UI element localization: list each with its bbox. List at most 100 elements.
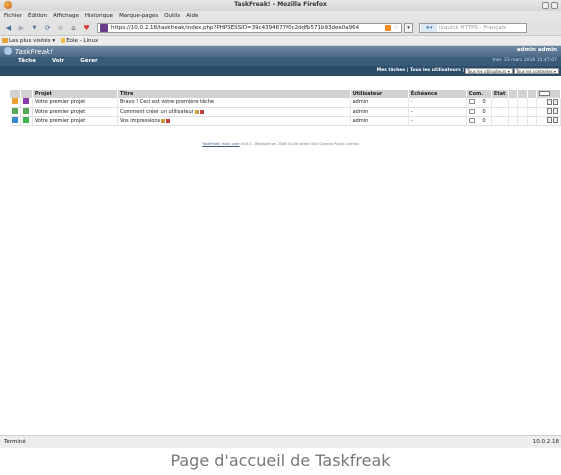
- bookmark-les-plus-visites[interactable]: Les plus visités ▾: [2, 37, 55, 44]
- user-cell: admin: [350, 107, 409, 117]
- user-filter-select[interactable]: Tous les utilisateurs ▾: [465, 68, 513, 74]
- current-user: admin admin: [516, 47, 557, 53]
- context-icon: [23, 98, 30, 105]
- menu-edition[interactable]: Édition: [28, 13, 47, 19]
- project-cell: Votre premier projet: [32, 107, 118, 117]
- table-row[interactable]: Votre premier projet Vos impressions admin…: [10, 116, 561, 126]
- comment-icon[interactable]: [468, 99, 475, 105]
- context-icon: [23, 107, 30, 114]
- comments-cell: 0: [466, 107, 492, 117]
- history-dropdown-icon[interactable]: ▼: [30, 24, 39, 33]
- app-footer: TaskFreak! multi user v0.6.2 - Released …: [0, 142, 561, 146]
- menu-gerer[interactable]: Gérer: [80, 58, 97, 64]
- menu-historique[interactable]: Historique: [85, 13, 113, 19]
- edit-icon[interactable]: [547, 117, 552, 123]
- bookmark-eole-linux[interactable]: Eole - Linux: [61, 37, 98, 44]
- minimize-button[interactable]: [542, 2, 549, 9]
- row-actions-cell: [536, 98, 561, 108]
- new-task-button-cell: [536, 90, 561, 98]
- column-header-titre[interactable]: Titre: [117, 90, 351, 98]
- title-cell[interactable]: Comment créer un utilisateur: [117, 107, 351, 117]
- lock-icon: [166, 118, 171, 123]
- url-bar[interactable]: https://10.0.2.18/taskfreak/index.php?PH…: [97, 23, 402, 33]
- comments-cell: 0: [466, 98, 492, 108]
- priority-icon[interactable]: [12, 116, 18, 123]
- home-icon[interactable]: ⌂: [69, 24, 78, 33]
- comment-icon[interactable]: [468, 117, 475, 123]
- app-header: TaskFreak! admin admin: [0, 46, 561, 57]
- note-icon: [194, 109, 199, 114]
- menu-affichage[interactable]: Affichage: [53, 13, 79, 19]
- menu-fichier[interactable]: Fichier: [4, 13, 22, 19]
- bookmark-star-icon[interactable]: ☆: [393, 25, 399, 31]
- current-date: mer. 23 mars 2016 15:47:07: [492, 58, 557, 63]
- heart-icon[interactable]: ♥: [82, 24, 91, 33]
- comment-icon[interactable]: [468, 108, 475, 114]
- column-header-etat[interactable]: Etat: [491, 90, 510, 98]
- back-arrow-icon[interactable]: ◀: [4, 24, 13, 33]
- task-title[interactable]: Bravo ! Ceci est votre première tâche: [120, 99, 214, 105]
- title-cell[interactable]: Bravo ! Ceci est votre première tâche: [117, 98, 351, 108]
- priority-icon[interactable]: [12, 98, 18, 105]
- table-header-row: Projet Titre Utilisateur Échéance Com. E…: [10, 90, 561, 98]
- url-dropdown-button[interactable]: ▾: [404, 23, 413, 33]
- forward-arrow-icon[interactable]: ▶: [17, 24, 26, 33]
- status-host: 10.0.2.18: [532, 439, 559, 445]
- bookmarks-toolbar: Les plus visités ▾ Eole - Linux: [0, 36, 561, 46]
- menu-tache[interactable]: Tâche: [18, 58, 36, 64]
- stop-icon[interactable]: ⊗: [56, 24, 65, 33]
- priority-cell: [10, 107, 22, 117]
- column-header-com[interactable]: Com.: [466, 90, 492, 98]
- column-header-projet[interactable]: Projet: [32, 90, 118, 98]
- close-button[interactable]: [551, 2, 558, 9]
- app-logo[interactable]: TaskFreak!: [4, 47, 53, 56]
- delete-icon[interactable]: [553, 98, 558, 105]
- context-cell: [20, 116, 33, 126]
- column-header-echeance[interactable]: Échéance: [408, 90, 467, 98]
- app-nav: Tâche Voir Gérer mer. 23 mars 2016 15:47…: [0, 57, 561, 66]
- priority-cell: [10, 98, 22, 108]
- priority-cell: [10, 116, 22, 126]
- column-header-utilisateur[interactable]: Utilisateur: [350, 90, 409, 98]
- reload-icon[interactable]: ⟳: [43, 24, 52, 33]
- row-actions-cell: [536, 107, 561, 117]
- search-input[interactable]: ★▾ Ixquick HTTPS - Français: [419, 23, 527, 33]
- delete-icon[interactable]: [553, 108, 558, 114]
- filter-bar: Mes tâches | Tous les utilisateurs | Tou…: [0, 66, 561, 76]
- search-engine-icon[interactable]: ★▾: [421, 24, 437, 32]
- comments-cell: 0: [466, 116, 492, 126]
- table-row[interactable]: Votre premier projet Comment créer un uti…: [10, 107, 561, 117]
- task-table: Projet Titre Utilisateur Échéance Com. E…: [10, 90, 561, 126]
- context-cell: [20, 107, 33, 117]
- rss-icon[interactable]: [385, 25, 391, 31]
- menu-aide[interactable]: Aide: [186, 13, 198, 19]
- menu-bar: Fichier Édition Affichage Historique Mar…: [0, 11, 561, 21]
- edit-icon[interactable]: [547, 108, 552, 114]
- edit-icon[interactable]: [547, 98, 552, 105]
- site-favicon-icon: [100, 24, 108, 32]
- comment-count: 0: [482, 108, 486, 115]
- user-cell: admin: [350, 98, 409, 108]
- delete-icon[interactable]: [553, 117, 558, 123]
- table-row[interactable]: Votre premier projet Bravo ! Ceci est vot…: [10, 98, 561, 108]
- project-cell: Votre premier projet: [32, 116, 118, 126]
- context-icon: [23, 116, 30, 123]
- context-filter-select[interactable]: Tous les contextes ▾: [514, 68, 559, 74]
- state-cell[interactable]: [491, 116, 510, 126]
- window-title: TaskFreak! - Mozilla Firefox: [234, 1, 327, 8]
- state-cell[interactable]: [491, 98, 510, 108]
- menu-outils[interactable]: Outils: [164, 13, 180, 19]
- task-title[interactable]: Comment créer un utilisateur: [120, 109, 194, 115]
- state-cell[interactable]: [491, 107, 510, 117]
- new-task-button[interactable]: [539, 91, 551, 96]
- logo-icon: [4, 47, 12, 55]
- menu-marque-pages[interactable]: Marque-pages: [119, 13, 158, 19]
- priority-icon[interactable]: [12, 107, 18, 114]
- browser-window: TaskFreak! - Mozilla Firefox Fichier Édi…: [0, 0, 561, 448]
- filter-links[interactable]: Mes tâches | Tous les utilisateurs |: [377, 68, 464, 73]
- taskfreak-link[interactable]: TaskFreak! multi user: [202, 142, 239, 146]
- menu-voir[interactable]: Voir: [52, 58, 64, 64]
- title-cell[interactable]: Vos impressions: [117, 116, 351, 126]
- context-cell: [20, 98, 33, 108]
- task-title[interactable]: Vos impressions: [120, 118, 160, 124]
